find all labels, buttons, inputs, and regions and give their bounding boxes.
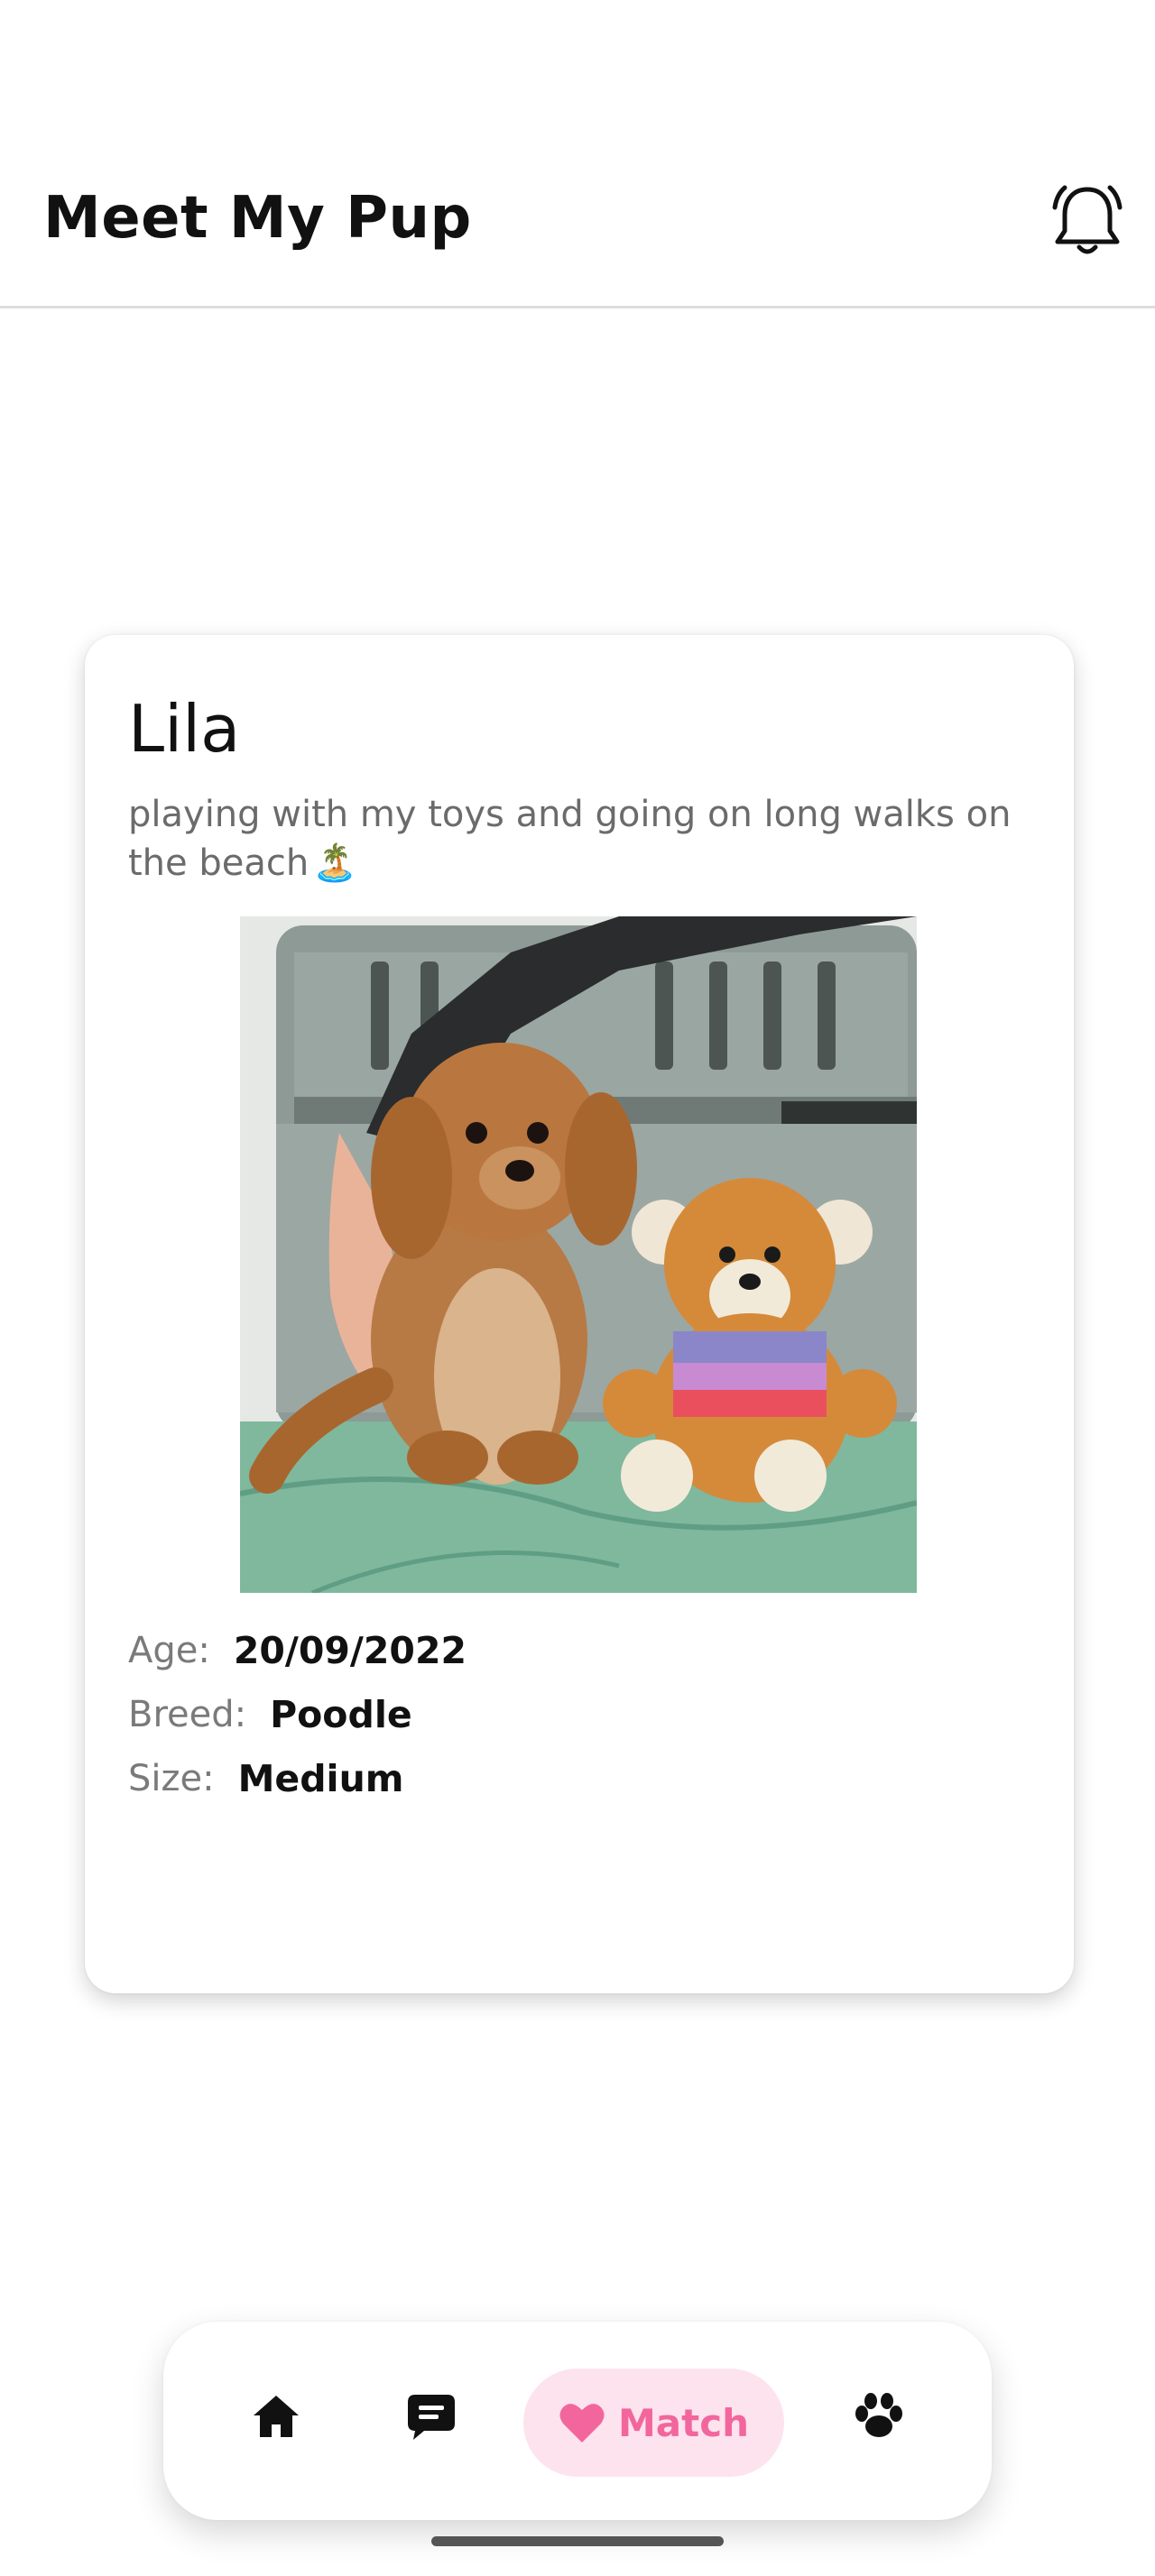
nav-paw-button[interactable] xyxy=(847,2385,910,2448)
match-label: Match xyxy=(617,2400,749,2445)
size-value: Medium xyxy=(237,1757,404,1800)
nav-match-button[interactable]: Match xyxy=(523,2369,784,2477)
age-row: Age: 20/09/2022 xyxy=(128,1625,467,1676)
paw-icon xyxy=(855,2393,902,2437)
breed-label: Breed: xyxy=(128,1694,247,1735)
bell-icon[interactable] xyxy=(1047,180,1128,262)
dog-name: Lila xyxy=(128,691,241,767)
app-header: Meet My Pup xyxy=(0,0,1155,308)
nav-home-button[interactable] xyxy=(245,2385,308,2448)
size-row: Size: Medium xyxy=(128,1753,404,1804)
dog-bio-text: playing with my toys and going on long w… xyxy=(128,794,1012,884)
size-label: Size: xyxy=(128,1758,215,1799)
chat-icon xyxy=(408,2395,455,2440)
breed-row: Breed: Poodle xyxy=(128,1689,412,1740)
dog-profile-card[interactable]: Lila playing with my toys and going on l… xyxy=(85,635,1074,1993)
bottom-nav: Match xyxy=(163,2322,992,2520)
breed-value: Poodle xyxy=(270,1693,412,1736)
dog-photo xyxy=(240,916,917,1593)
age-label: Age: xyxy=(128,1630,210,1671)
nav-chat-button[interactable] xyxy=(400,2385,463,2448)
heart-icon xyxy=(559,2404,605,2443)
home-icon xyxy=(254,2396,299,2437)
dog-bio: playing with my toys and going on long w… xyxy=(128,790,1030,888)
home-indicator[interactable] xyxy=(431,2536,724,2546)
island-emoji: 🏝️ xyxy=(312,842,358,884)
app-title: Meet My Pup xyxy=(43,185,472,252)
age-value: 20/09/2022 xyxy=(233,1629,467,1672)
